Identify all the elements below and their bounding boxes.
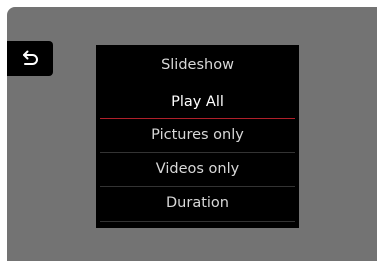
slideshow-menu: Slideshow Play All Pictures only Videos … — [96, 45, 299, 228]
menu-divider — [100, 221, 295, 222]
menu-item-videos-only[interactable]: Videos only — [96, 153, 299, 186]
menu-item-play-all[interactable]: Play All — [96, 86, 299, 119]
menu-title: Slideshow — [161, 57, 234, 73]
camera-screen: Slideshow Play All Pictures only Videos … — [7, 7, 377, 261]
back-button[interactable] — [7, 41, 53, 76]
back-arrow-icon — [23, 50, 38, 65]
menu-item-pictures-only[interactable]: Pictures only — [96, 119, 299, 152]
menu-item-duration[interactable]: Duration — [96, 187, 299, 220]
